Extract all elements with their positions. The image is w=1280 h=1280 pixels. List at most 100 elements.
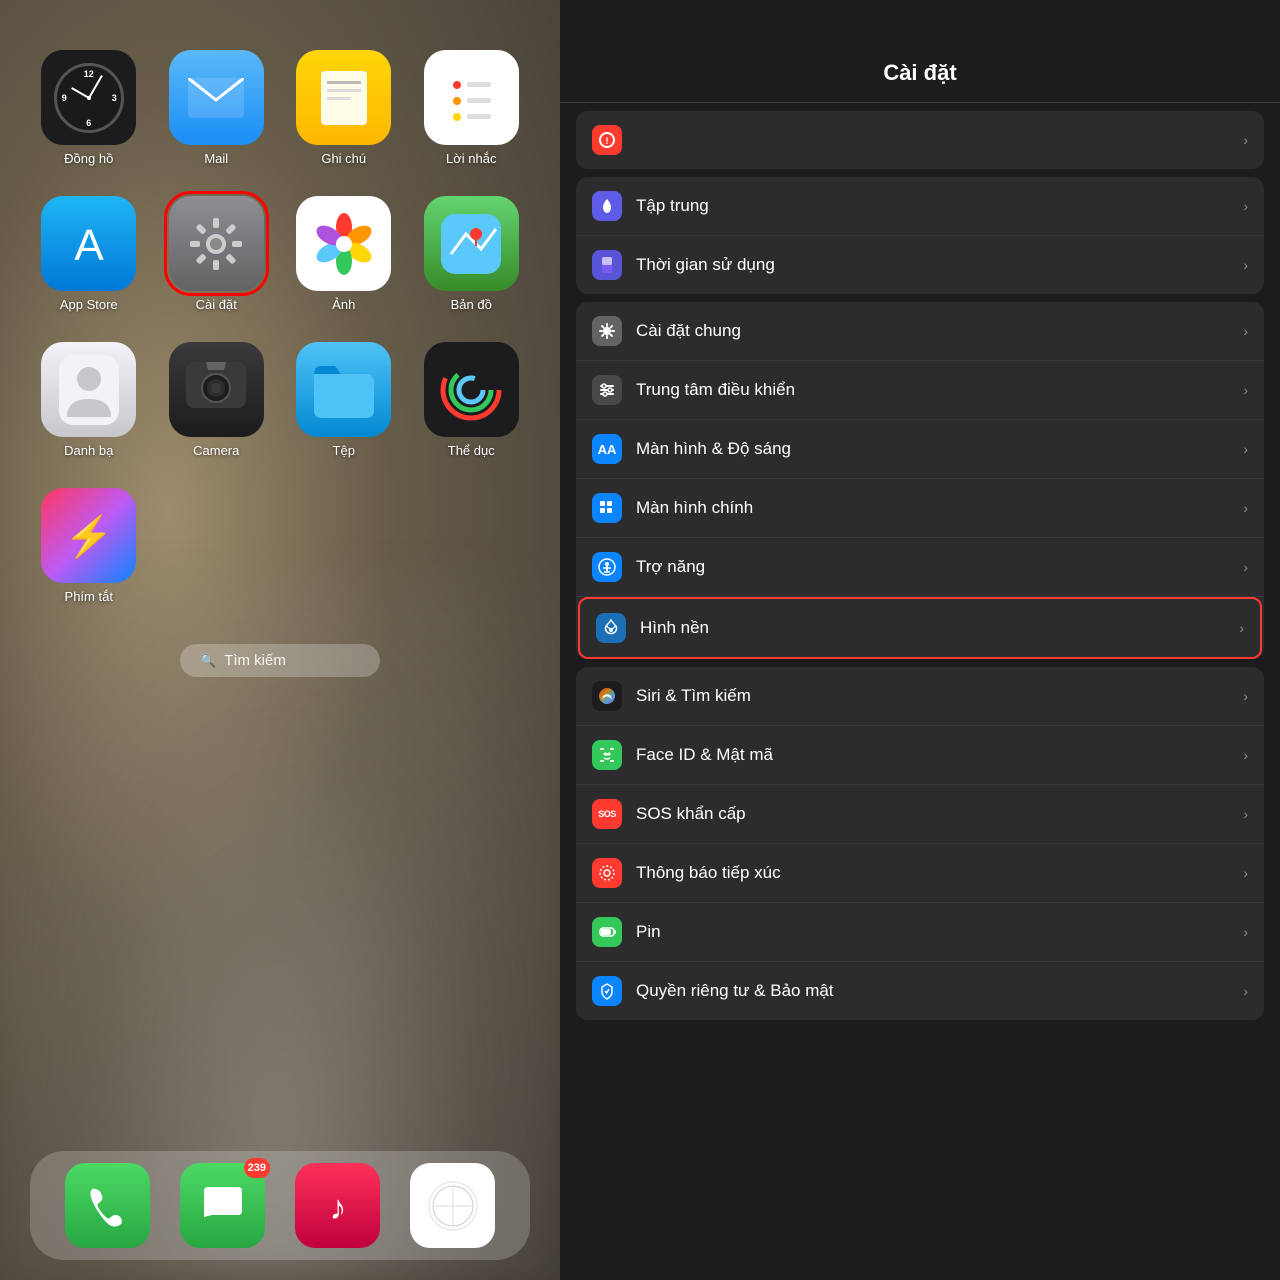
mail-icon [169,50,264,145]
settings-row-cai-dat-chung[interactable]: Cài đặt chung › [576,302,1264,361]
face-id-chevron: › [1243,747,1248,763]
hinh-nen-chevron: › [1239,620,1244,636]
search-bar-label: Tìm kiếm [224,652,286,669]
app-item-appstore[interactable]: A App Store [30,196,148,312]
camera-icon [169,342,264,437]
reminders-icon [424,50,519,145]
settings-row-quyen-rieng-tu[interactable]: Quyền riêng tư & Bảo mật › [576,962,1264,1020]
settings-group-3: Siri & Tìm kiếm › Face ID [576,667,1264,1020]
notes-icon [296,50,391,145]
app-item-maps[interactable]: Bản đồ [413,196,531,312]
contacts-label: Danh bạ [64,443,113,458]
app-item-photos[interactable]: Ảnh [285,196,403,312]
photos-icon [296,196,391,291]
dock-safari[interactable] [410,1163,495,1248]
svg-text:⚡: ⚡ [64,513,114,560]
sos-icon: SOS [592,799,622,829]
partial-chevron: › [1243,132,1248,148]
dock-messages[interactable]: 239 [180,1163,265,1248]
svg-text:!: ! [606,136,609,146]
man-hinh-chinh-chevron: › [1243,500,1248,516]
sos-chevron: › [1243,806,1248,822]
photos-label: Ảnh [332,297,355,312]
man-hinh-do-sang-chevron: › [1243,441,1248,457]
app-item-files[interactable]: Tệp [285,342,403,458]
app-item-settings[interactable]: Cài đặt [158,196,276,312]
dock-phone[interactable] [65,1163,150,1248]
reminders-label: Lời nhắc [446,151,496,166]
thong-bao-label: Thông báo tiếp xúc [636,863,1243,883]
quyen-rieng-tu-icon [592,976,622,1006]
settings-row-siri[interactable]: Siri & Tìm kiếm › [576,667,1264,726]
pin-chevron: › [1243,924,1248,940]
app-item-reminders[interactable]: Lời nhắc [413,50,531,166]
thong-bao-chevron: › [1243,865,1248,881]
app-item-notes[interactable]: Ghi chú [285,50,403,166]
tap-trung-chevron: › [1243,198,1248,214]
settings-row-face-id[interactable]: Face ID & Mật mã › [576,726,1264,785]
settings-row-sos[interactable]: SOS SOS khẩn cấp › [576,785,1264,844]
settings-row-trung-tam[interactable]: Trung tâm điều khiển › [576,361,1264,420]
app-item-shortcuts[interactable]: ⚡ Phím tắt [30,488,148,604]
face-id-label: Face ID & Mật mã [636,745,1243,765]
quyen-rieng-tu-chevron: › [1243,983,1248,999]
tro-nang-icon [592,552,622,582]
pin-icon [592,917,622,947]
app-item-contacts[interactable]: Danh bạ [30,342,148,458]
face-id-icon [592,740,622,770]
cai-dat-chung-label: Cài đặt chung [636,321,1243,341]
dock: 239 ♪ [30,1151,530,1260]
settings-list: ! › Tập trung › [560,103,1280,1280]
appstore-label: App Store [60,297,118,312]
maps-label: Bản đồ [451,297,492,312]
tro-nang-chevron: › [1243,559,1248,575]
clock-label: Đồng hồ [64,151,113,166]
siri-chevron: › [1243,688,1248,704]
app-item-camera[interactable]: Camera [158,342,276,458]
files-icon [296,342,391,437]
mail-label: Mail [204,151,228,166]
settings-row-thong-bao[interactable]: Thông báo tiếp xúc › [576,844,1264,903]
app-item-fitness[interactable]: Thể dục [413,342,531,458]
search-bar[interactable]: 🔍 Tìm kiếm [180,644,380,677]
app-item-mail[interactable]: Mail [158,50,276,166]
settings-row-partial[interactable]: ! › [576,111,1264,169]
cai-dat-chung-icon [592,316,622,346]
contacts-icon [41,342,136,437]
settings-row-hinh-nen[interactable]: Hình nền › [580,599,1260,657]
hinh-nen-label: Hình nền [640,618,1239,638]
siri-icon [592,681,622,711]
trung-tam-label: Trung tâm điều khiển [636,380,1243,400]
svg-text:A: A [74,221,104,270]
hinh-nen-icon [596,613,626,643]
appstore-icon: A [41,196,136,291]
tro-nang-label: Trợ năng [636,557,1243,577]
siri-label: Siri & Tìm kiếm [636,686,1243,706]
thoi-gian-icon [592,250,622,280]
quyen-rieng-tu-label: Quyền riêng tư & Bảo mật [636,981,1243,1001]
settings-group-partial: ! › [576,111,1264,169]
settings-header: Cài đặt [560,0,1280,103]
sos-label: SOS khẩn cấp [636,804,1243,824]
settings-title: Cài đặt [883,60,956,85]
partial-row-icon: ! [592,125,622,155]
trung-tam-icon [592,375,622,405]
app-grid: 12 3 6 9 Đồng hồ [30,50,530,604]
man-hinh-chinh-label: Màn hình chính [636,498,1243,518]
trung-tam-chevron: › [1243,382,1248,398]
settings-row-pin[interactable]: Pin › [576,903,1264,962]
svg-text:♪: ♪ [329,1189,346,1227]
thoi-gian-chevron: › [1243,257,1248,273]
home-content: 12 3 6 9 Đồng hồ [0,0,560,1280]
settings-row-tap-trung[interactable]: Tập trung › [576,177,1264,236]
man-hinh-do-sang-icon: AA [592,434,622,464]
settings-row-man-hinh-do-sang[interactable]: AA Màn hình & Độ sáng › [576,420,1264,479]
dock-music[interactable]: ♪ [295,1163,380,1248]
settings-row-tro-nang[interactable]: Trợ năng › [576,538,1264,597]
settings-row-man-hinh-chinh[interactable]: Màn hình chính › [576,479,1264,538]
fitness-label: Thể dục [448,443,495,458]
clock-icon: 12 3 6 9 [41,50,136,145]
files-label: Tệp [333,443,355,458]
app-item-clock[interactable]: 12 3 6 9 Đồng hồ [30,50,148,166]
settings-row-thoi-gian[interactable]: Thời gian sử dụng › [576,236,1264,294]
